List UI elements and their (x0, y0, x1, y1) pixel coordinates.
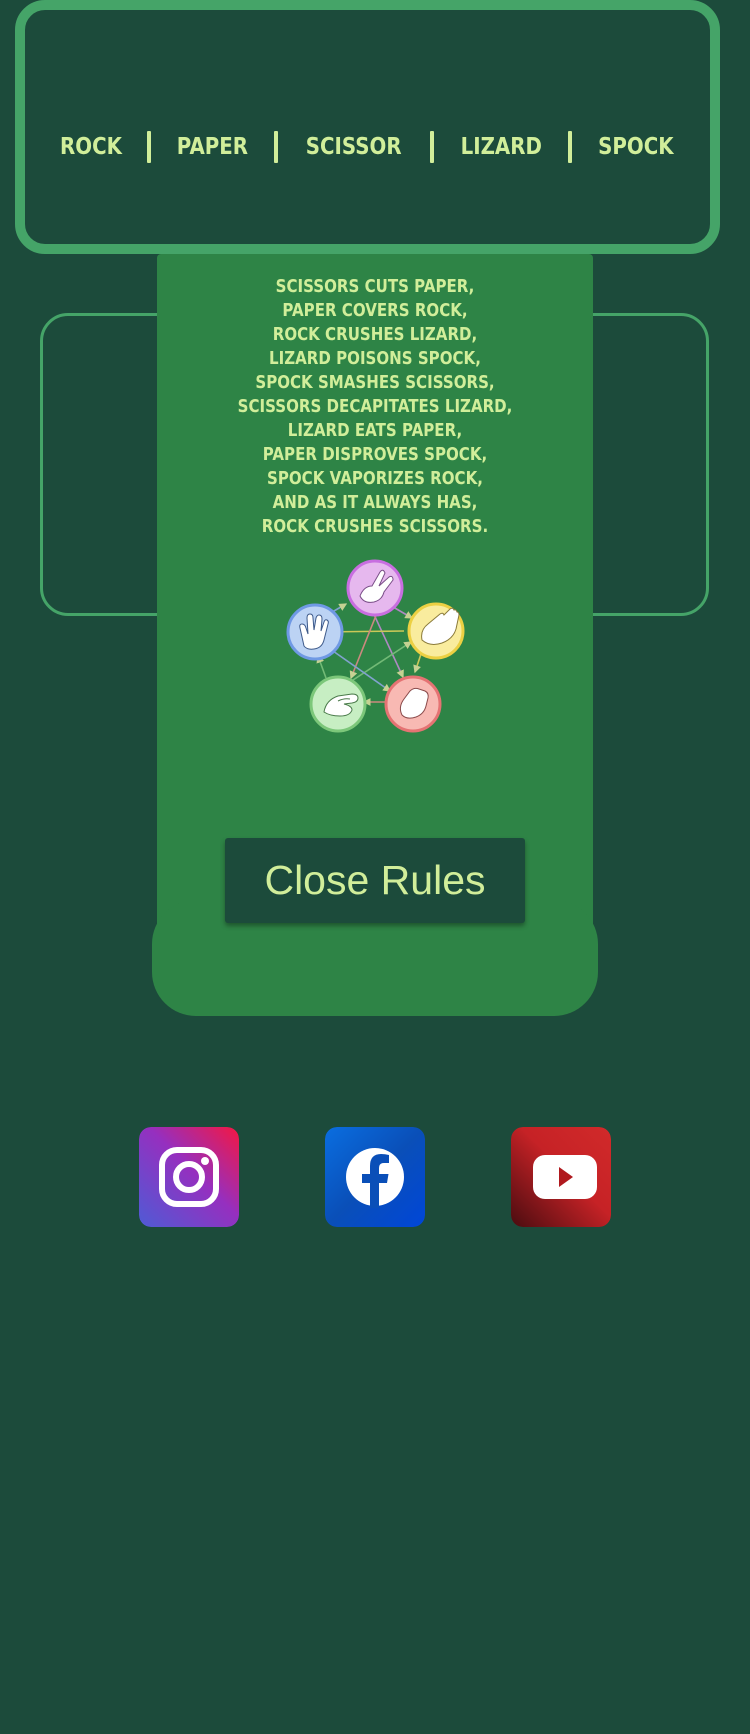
rules-line: SCISSORS CUTS PAPER, (275, 277, 475, 297)
rules-line: LIZARD EATS PAPER, (287, 421, 463, 441)
title-separator (429, 131, 434, 163)
title-word-spock: SPOCK (598, 134, 674, 160)
title-separator (274, 131, 279, 163)
instagram-icon (139, 1127, 239, 1227)
rules-line: SPOCK SMASHES SCISSORS, (255, 373, 495, 393)
title-header: ROCK PAPER SCISSOR LIZARD SPOCK (15, 0, 720, 254)
title-word-paper: PAPER (176, 134, 249, 160)
title-word-lizard: LIZARD (460, 134, 542, 160)
rules-line: ROCK CRUSHES SCISSORS. (261, 517, 489, 537)
rules-diagram-graphic (286, 559, 465, 733)
facebook-icon (325, 1127, 425, 1227)
rules-line: SPOCK VAPORIZES ROCK, (267, 469, 483, 489)
rules-line: PAPER DISPROVES SPOCK, (262, 445, 488, 465)
rules-line: PAPER COVERS ROCK, (282, 301, 468, 321)
title-row: ROCK PAPER SCISSOR LIZARD SPOCK (25, 114, 710, 180)
rules-line: SCISSORS DECAPITATES LIZARD, (237, 397, 513, 417)
title-separator (147, 131, 152, 163)
youtube-icon (511, 1127, 611, 1227)
rules-text: SCISSORS CUTS PAPER, PAPER COVERS ROCK, … (157, 275, 593, 539)
rock-hand-icon (384, 675, 442, 733)
title-word-scissor: SCISSOR (305, 134, 402, 160)
spock-hand-icon (286, 603, 344, 661)
youtube-link[interactable] (511, 1127, 611, 1227)
close-rules-button[interactable]: Close Rules (225, 838, 525, 923)
title-word-rock: ROCK (60, 134, 122, 160)
instagram-link[interactable] (139, 1127, 239, 1227)
rules-line: ROCK CRUSHES LIZARD, (272, 325, 478, 345)
rules-line: AND AS IT ALWAYS HAS, (272, 493, 478, 513)
scissors-hand-icon (346, 559, 404, 617)
rules-diagram (280, 552, 470, 742)
lizard-hand-icon (309, 675, 367, 733)
title-separator (568, 131, 573, 163)
facebook-link[interactable] (325, 1127, 425, 1227)
paper-hand-icon (407, 602, 465, 660)
rules-line: LIZARD POISONS SPOCK, (269, 349, 481, 369)
